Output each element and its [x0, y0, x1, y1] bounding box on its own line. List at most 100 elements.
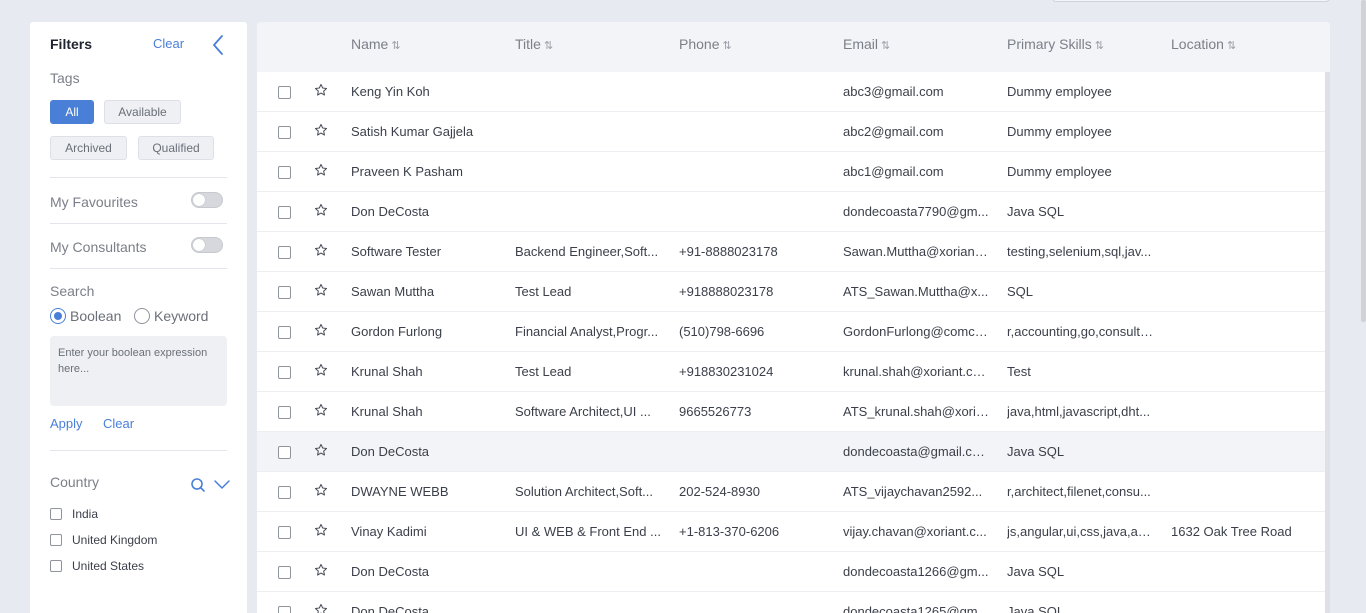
table-row[interactable]: Keng Yin Koh abc3@gmail.com Dummy employee: [257, 72, 1325, 112]
skills-cell: Java SQL: [1007, 204, 1065, 219]
location-cell: 1632 Oak Tree Road: [1171, 524, 1292, 539]
search-label: Search: [50, 283, 95, 299]
table-row[interactable]: Krunal Shah Software Architect,UI ... 9665…: [257, 392, 1325, 432]
my-consultants-toggle[interactable]: [191, 237, 223, 253]
skills-cell: SQL: [1007, 284, 1034, 299]
row-checkbox[interactable]: [278, 526, 291, 539]
tag-available-chip[interactable]: Available: [104, 100, 181, 124]
email-cell: vijay.chavan@xoriant.c...: [843, 524, 987, 539]
row-checkbox[interactable]: [278, 446, 291, 459]
my-favourites-toggle[interactable]: [191, 192, 223, 208]
clear-search-button[interactable]: Clear: [103, 416, 134, 431]
phone-cell: +918888023178: [679, 284, 774, 299]
skills-cell: testing,selenium,sql,jav...: [1007, 244, 1152, 259]
skills-cell: Dummy employee: [1007, 84, 1112, 99]
boolean-expression-input[interactable]: [50, 336, 227, 406]
row-checkbox[interactable]: [278, 286, 291, 299]
name-cell: DWAYNE WEBB: [351, 484, 449, 499]
table-row[interactable]: Don DeCosta dondecoasta1266@gm... Java SQL: [257, 552, 1325, 592]
star-icon[interactable]: [314, 123, 328, 137]
keyword-radio[interactable]: [134, 308, 150, 324]
tag-archived-chip[interactable]: Archived: [50, 136, 127, 160]
table-row[interactable]: Krunal Shah Test Lead +918830231024 krunal.…: [257, 352, 1325, 392]
star-icon[interactable]: [314, 483, 328, 497]
country-option-label: India: [72, 507, 99, 521]
title-cell: Solution Architect,Soft...: [515, 484, 654, 499]
table-row[interactable]: Gordon Furlong Financial Analyst,Progr...…: [257, 312, 1325, 352]
tag-all-chip[interactable]: All: [50, 100, 94, 124]
sort-icon: ⇅: [1094, 40, 1104, 52]
row-checkbox[interactable]: [278, 326, 291, 339]
chevron-down-icon[interactable]: [214, 480, 230, 489]
star-icon[interactable]: [314, 283, 328, 297]
column-header-location[interactable]: Location ⇅: [1171, 36, 1236, 52]
star-icon[interactable]: [314, 83, 328, 97]
tags-label: Tags: [50, 70, 80, 86]
table-row[interactable]: Satish Kumar Gajjela abc2@gmail.com Dummy …: [257, 112, 1325, 152]
star-icon[interactable]: [314, 363, 328, 377]
email-cell: dondecoasta1265@gm...: [843, 604, 989, 613]
star-icon[interactable]: [314, 603, 328, 613]
row-checkbox[interactable]: [278, 166, 291, 179]
row-checkbox[interactable]: [278, 366, 291, 379]
table-row[interactable]: Don DeCosta dondecoasta7790@gm... Java SQL: [257, 192, 1325, 232]
boolean-radio[interactable]: [50, 308, 66, 324]
star-icon[interactable]: [314, 563, 328, 577]
row-checkbox[interactable]: [278, 246, 291, 259]
star-icon[interactable]: [314, 203, 328, 217]
phone-cell: +91-8888023178: [679, 244, 778, 259]
star-icon[interactable]: [314, 443, 328, 457]
my-favourites-label: My Favourites: [50, 194, 138, 210]
star-icon[interactable]: [314, 523, 328, 537]
divider: [50, 223, 227, 224]
table-scrollbar[interactable]: [1325, 72, 1330, 613]
table-row[interactable]: Sawan Muttha Test Lead +918888023178 ATS_Sa…: [257, 272, 1325, 312]
sort-icon: ⇅: [543, 40, 554, 52]
star-icon[interactable]: [314, 403, 328, 417]
row-checkbox[interactable]: [278, 406, 291, 419]
row-checkbox[interactable]: [278, 86, 291, 99]
page-scrollbar[interactable]: [1361, 0, 1366, 322]
star-icon[interactable]: [314, 323, 328, 337]
apply-button[interactable]: Apply: [50, 416, 83, 431]
name-cell: Vinay Kadimi: [351, 524, 427, 539]
tag-qualified-chip[interactable]: Qualified: [138, 136, 214, 160]
table-row[interactable]: Vinay Kadimi UI & WEB & Front End ... +1-8…: [257, 512, 1325, 552]
row-checkbox[interactable]: [278, 606, 291, 613]
country-checkbox[interactable]: [50, 534, 62, 546]
my-consultants-row: My Consultants: [50, 237, 227, 257]
column-header-email[interactable]: Email ⇅: [843, 36, 890, 52]
row-checkbox[interactable]: [278, 486, 291, 499]
skills-cell: js,angular,ui,css,java,an...: [1007, 524, 1153, 539]
skills-cell: Java SQL: [1007, 444, 1065, 459]
table-row[interactable]: Software Tester Backend Engineer,Soft... +…: [257, 232, 1325, 272]
column-header-title[interactable]: Title ⇅: [515, 36, 553, 52]
filters-title: Filters: [50, 36, 93, 52]
top-search-box[interactable]: [1052, 0, 1330, 2]
divider: [50, 450, 227, 451]
table-row[interactable]: Don DeCosta dondecoasta1265@gm... Java SQL: [257, 592, 1325, 613]
email-cell: GordonFurlong@comca...: [843, 324, 989, 339]
column-header-primary-skills[interactable]: Primary Skills ⇅: [1007, 36, 1104, 52]
table-row[interactable]: Praveen K Pasham abc1@gmail.com Dummy empl…: [257, 152, 1325, 192]
email-cell: dondecoasta@gmail.com: [843, 444, 989, 459]
row-checkbox[interactable]: [278, 206, 291, 219]
sort-icon: ⇅: [881, 40, 891, 52]
sort-icon: ⇅: [722, 40, 732, 52]
column-header-phone[interactable]: Phone ⇅: [679, 36, 732, 52]
star-icon[interactable]: [314, 163, 328, 177]
star-icon[interactable]: [314, 243, 328, 257]
row-checkbox[interactable]: [278, 566, 291, 579]
chevron-left-icon[interactable]: [210, 34, 226, 56]
filters-panel: Filters Clear Tags All Available Archive…: [30, 22, 247, 613]
column-header-name[interactable]: Name ⇅: [351, 36, 401, 52]
country-checkbox[interactable]: [50, 560, 62, 572]
table-row[interactable]: DWAYNE WEBB Solution Architect,Soft... 202…: [257, 472, 1325, 512]
country-checkbox[interactable]: [50, 508, 62, 520]
title-cell: Software Architect,UI ...: [515, 404, 651, 419]
clear-filters-link[interactable]: Clear: [153, 36, 184, 51]
table-row[interactable]: Don DeCosta dondecoasta@gmail.com Java SQL: [257, 432, 1325, 472]
search-icon[interactable]: [191, 478, 205, 492]
email-cell: ATS_krunal.shah@xoria...: [843, 404, 989, 419]
row-checkbox[interactable]: [278, 126, 291, 139]
